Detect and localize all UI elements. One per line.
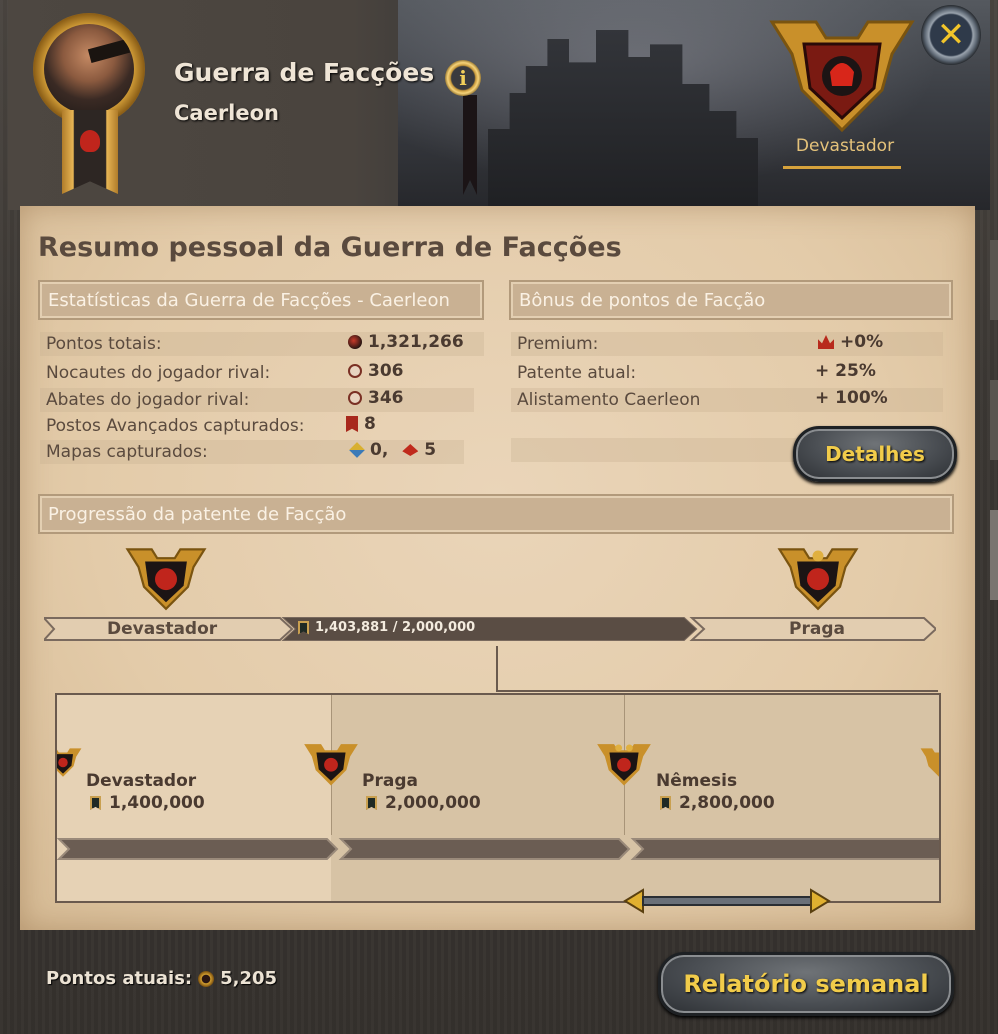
rank-underline	[783, 166, 901, 169]
page-title: Guerra de Facções	[174, 58, 435, 87]
bonus-value: + 100%	[815, 388, 888, 408]
connector-line	[496, 646, 498, 692]
current-rank-label: Devastador	[795, 136, 895, 156]
stat-label: Postos Avançados capturados:	[46, 416, 305, 436]
tier-name: Praga	[362, 771, 418, 791]
tier-name: Nêmesis	[656, 771, 738, 791]
rank-emblem-icon	[769, 20, 915, 133]
weekly-report-button[interactable]: Relatório semanal	[658, 952, 954, 1016]
tier-points-value: 2,800,000	[679, 793, 775, 813]
bonus-label: Alistamento Caerleon	[517, 390, 701, 410]
faction-points-icon	[348, 335, 362, 349]
side-tab[interactable]	[990, 380, 998, 460]
tier-points: 2,800,000	[660, 793, 775, 813]
crossed-swords-icon	[348, 391, 362, 405]
progression-section-header: Progressão da patente de Facção	[38, 494, 954, 534]
stat-row: Nocautes do jogador rival:	[40, 361, 484, 385]
tier-points: 2,000,000	[366, 793, 481, 813]
bonus-section-header: Bônus de pontos de Facção	[509, 280, 953, 320]
stat-value: 306	[348, 361, 404, 381]
connector-line	[498, 690, 938, 692]
crossed-swords-icon	[348, 364, 362, 378]
side-tab[interactable]	[990, 240, 998, 320]
maps-value-a: 0,	[370, 440, 389, 460]
praga-rank-icon	[304, 744, 358, 786]
castle-silhouette	[488, 30, 758, 210]
stat-value: 8	[346, 414, 376, 434]
progress-readout: 1,403,881 / 2,000,000	[298, 620, 475, 635]
tier-points-value: 2,000,000	[385, 793, 481, 813]
close-button[interactable]: ✕	[921, 5, 981, 65]
faction-flag-icon	[90, 796, 101, 810]
stat-row: Postos Avançados capturados:	[40, 414, 380, 438]
hanging-banner	[463, 95, 477, 195]
bonus-value: + 25%	[815, 361, 876, 381]
avatar	[44, 24, 134, 114]
stat-value: 1,321,266	[348, 332, 464, 352]
current-rank-icon	[125, 548, 207, 611]
details-button[interactable]: Detalhes	[793, 426, 957, 482]
bonus-row-empty	[511, 438, 811, 462]
scroll-handle[interactable]	[623, 888, 831, 914]
red-map-icon	[402, 444, 419, 456]
stat-label: Abates do jogador rival:	[46, 390, 250, 410]
current-points: Pontos atuais: 5,205	[46, 968, 277, 989]
rank-icon	[57, 748, 82, 777]
tier-bars	[57, 838, 939, 860]
next-rank-icon	[777, 548, 859, 611]
outposts-value: 8	[364, 414, 376, 434]
outpost-flag-icon	[346, 416, 358, 432]
maps-value-b: 5	[424, 440, 437, 460]
stat-label: Nocautes do jogador rival:	[46, 363, 271, 383]
tier-points: 1,400,000	[90, 793, 205, 813]
bonus-row: Patente atual:	[511, 361, 943, 385]
crown-icon	[818, 335, 834, 349]
faction-points-icon	[198, 970, 215, 987]
stat-label: Mapas capturados:	[46, 442, 208, 462]
tier-points-value: 1,400,000	[109, 793, 205, 813]
faction-flag-icon	[366, 796, 377, 810]
caerleon-skull-icon	[80, 130, 100, 152]
stat-label: Pontos totais:	[46, 334, 162, 354]
stat-row: Abates do jogador rival:	[40, 388, 474, 412]
kills-value: 346	[368, 388, 404, 408]
info-button[interactable]: i	[445, 60, 481, 96]
tier-name: Devastador	[86, 771, 197, 791]
stat-value: 0, 5	[349, 440, 437, 460]
faction-flag-icon	[660, 796, 671, 810]
bonus-value: +0%	[818, 332, 883, 352]
faction-flag-icon	[298, 620, 309, 635]
nemesis-rank-icon	[597, 744, 651, 786]
next-stage-label: Praga	[789, 619, 845, 639]
rank-tier-track[interactable]: Devastador 1,400,000 Praga 2,000,000 Nêm…	[55, 693, 941, 903]
knockouts-value: 306	[368, 361, 404, 381]
faction-name: Caerleon	[174, 101, 279, 125]
current-points-label: Pontos atuais:	[46, 968, 193, 989]
stat-value: 346	[348, 388, 404, 408]
faction-ribbon	[62, 110, 118, 194]
total-points-value: 1,321,266	[368, 332, 464, 352]
bonus-label: Patente atual:	[517, 363, 637, 383]
rank-icon	[920, 748, 939, 777]
current-stage-label: Devastador	[107, 619, 218, 639]
progress-text: 1,403,881 / 2,000,000	[315, 620, 476, 635]
side-tab[interactable]	[990, 510, 998, 600]
summary-title: Resumo pessoal da Guerra de Facções	[38, 232, 622, 263]
map-icon	[349, 442, 365, 458]
premium-bonus-value: +0%	[840, 332, 884, 352]
stats-section-header: Estatísticas da Guerra de Facções - Caer…	[38, 280, 484, 320]
current-points-value: 5,205	[220, 968, 278, 989]
bonus-label: Premium:	[517, 334, 599, 354]
